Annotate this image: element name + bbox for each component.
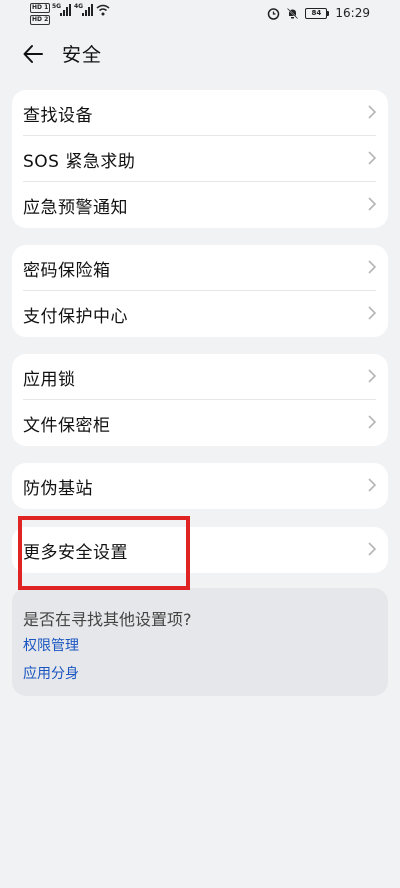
- chevron-right-icon: [368, 542, 376, 556]
- item-label: 防伪基站: [23, 478, 93, 499]
- emergency-alert-item[interactable]: 应急预警通知: [12, 182, 388, 228]
- find-device-item[interactable]: 查找设备: [12, 90, 388, 136]
- item-label: 文件保密柜: [23, 415, 111, 436]
- settings-group-5: 更多安全设置: [12, 527, 388, 573]
- settings-group-4: 防伪基站: [12, 463, 388, 509]
- item-label: 应用锁: [23, 369, 76, 390]
- hd-badge-2: HD 2: [30, 15, 51, 25]
- chevron-right-icon: [368, 369, 376, 383]
- page-header: 安全: [0, 36, 400, 72]
- mute-bell-icon: [287, 7, 299, 19]
- item-label: 应急预警通知: [23, 197, 128, 218]
- back-arrow-icon[interactable]: [22, 43, 44, 65]
- signal-icon-1: [60, 4, 71, 16]
- status-right: 84 16:29: [267, 6, 370, 20]
- permission-management-link[interactable]: 权限管理: [23, 635, 79, 655]
- item-label: 支付保护中心: [23, 306, 128, 327]
- page-title: 安全: [62, 44, 103, 66]
- chevron-right-icon: [368, 478, 376, 492]
- chevron-right-icon: [368, 151, 376, 165]
- suggestion-box: 是否在寻找其他设置项? 权限管理 应用分身: [12, 588, 388, 696]
- sim-indicators: HD 1 HD 2: [30, 3, 51, 25]
- password-vault-item[interactable]: 密码保险箱: [12, 245, 388, 291]
- settings-group-2: 密码保险箱 支付保护中心: [12, 245, 388, 337]
- payment-protection-item[interactable]: 支付保护中心: [12, 291, 388, 337]
- app-lock-item[interactable]: 应用锁: [12, 354, 388, 400]
- item-label: 更多安全设置: [23, 542, 128, 563]
- suggestion-question: 是否在寻找其他设置项?: [23, 610, 192, 629]
- more-security-settings-item[interactable]: 更多安全设置: [12, 527, 388, 573]
- chevron-right-icon: [368, 105, 376, 119]
- sos-emergency-item[interactable]: SOS 紧急求助: [12, 136, 388, 182]
- item-label: 密码保险箱: [23, 260, 111, 281]
- battery-level: 84: [305, 7, 328, 19]
- chevron-right-icon: [368, 415, 376, 429]
- signal-icon-2: [82, 4, 93, 16]
- chevron-right-icon: [368, 260, 376, 274]
- settings-group-1: 查找设备 SOS 紧急求助 应急预警通知: [12, 90, 388, 228]
- clock: 16:29: [335, 6, 370, 20]
- hd-badge-1: HD 1: [30, 3, 51, 13]
- app-twin-link[interactable]: 应用分身: [23, 663, 79, 683]
- item-label: 查找设备: [23, 105, 93, 126]
- item-label: SOS 紧急求助: [23, 151, 136, 172]
- alarm-icon: [268, 7, 280, 20]
- chevron-right-icon: [368, 197, 376, 211]
- file-safe-item[interactable]: 文件保密柜: [12, 400, 388, 446]
- status-bar: HD 1 HD 2 5G 4G 84 16:29: [0, 0, 400, 28]
- settings-group-3: 应用锁 文件保密柜: [12, 354, 388, 446]
- wifi-icon: [96, 4, 110, 16]
- battery-icon: 84: [305, 7, 330, 19]
- fake-base-station-item[interactable]: 防伪基站: [12, 463, 388, 509]
- chevron-right-icon: [368, 306, 376, 320]
